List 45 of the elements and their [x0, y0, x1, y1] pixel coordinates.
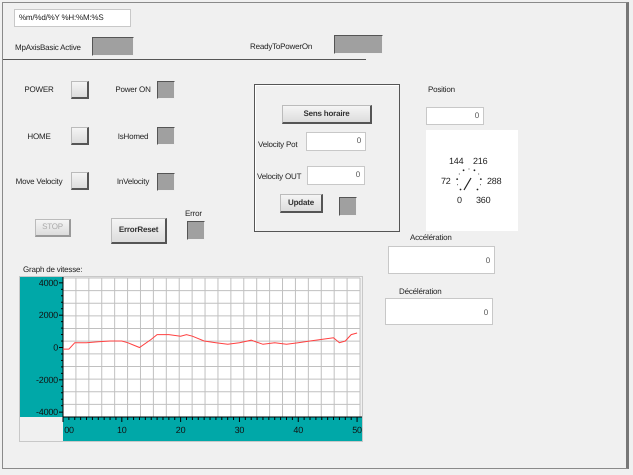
- tick-label: 4000: [38, 278, 58, 288]
- tick-label: 10: [117, 425, 127, 435]
- tick-label: 0: [53, 342, 58, 352]
- dial-label: 288: [487, 176, 502, 186]
- tick-label: 00: [64, 425, 74, 435]
- dial-label: 0: [457, 195, 462, 205]
- status-label: IsHomed: [116, 131, 150, 142]
- tick-label: 20: [176, 425, 186, 435]
- input-field[interactable]: 0: [307, 166, 365, 185]
- error-reset-button[interactable]: ErrorReset: [111, 218, 167, 244]
- field-label: Velocity Pot: [258, 139, 298, 150]
- control-label: HOME: [26, 131, 52, 142]
- control-label: POWER: [23, 84, 55, 95]
- chart-title: Graph de vitesse:: [23, 264, 82, 275]
- dial-label: 216: [473, 156, 488, 166]
- control-label: Move Velocity: [14, 176, 64, 187]
- dial-label: 144: [449, 156, 464, 166]
- tick-label: -4000: [36, 407, 58, 418]
- tick-label: 30: [234, 425, 244, 435]
- input-field[interactable]: 0: [306, 132, 366, 151]
- status-label: ReadyToPowerOn: [250, 41, 312, 52]
- dial-label: 72: [441, 176, 451, 186]
- dial-drawing: [456, 168, 482, 190]
- status-label: MpAxisBasic Active: [15, 42, 81, 53]
- toggle-button[interactable]: [71, 81, 89, 99]
- tick-label: 50: [352, 425, 362, 435]
- dial-label: 360: [476, 195, 490, 205]
- direction-button[interactable]: Sens horaire: [282, 105, 372, 124]
- field-label: Velocity OUT: [257, 171, 302, 182]
- status-label: Power ON: [114, 84, 152, 95]
- toggle-button[interactable]: [71, 172, 89, 190]
- input-field[interactable]: 0: [385, 298, 493, 325]
- tick-label: 40: [293, 425, 304, 435]
- field-label: Décélération: [399, 286, 442, 297]
- input-field[interactable]: %m/%d/%Y %H:%M:%S: [14, 9, 131, 27]
- tick-label: 2000: [38, 310, 58, 320]
- update-button[interactable]: Update: [280, 194, 323, 213]
- field-label: Position: [428, 84, 455, 95]
- input-field[interactable]: 0: [388, 246, 495, 274]
- input-field[interactable]: 0: [426, 107, 484, 125]
- tick-label: -2000: [36, 374, 58, 385]
- status-label: Error: [185, 208, 202, 219]
- field-label: Accélération: [410, 232, 452, 243]
- toggle-button[interactable]: [71, 127, 89, 145]
- status-label: InVelocity: [116, 176, 150, 187]
